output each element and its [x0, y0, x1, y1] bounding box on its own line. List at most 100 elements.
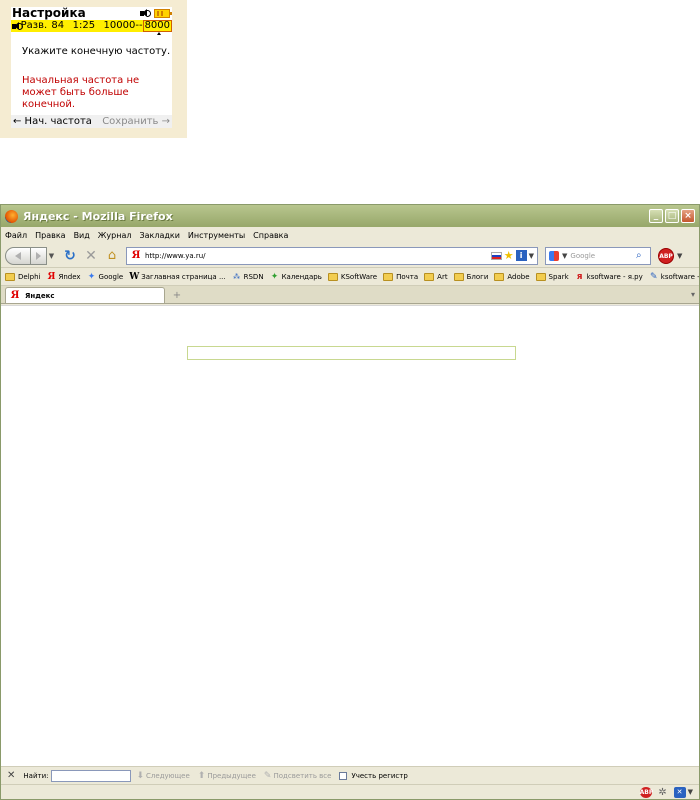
yandex-search-input[interactable]: [187, 346, 516, 360]
statusbar-dropdown-icon[interactable]: ▼: [688, 788, 693, 796]
arrow-down-icon: ⬇: [136, 770, 145, 781]
bookmark-adobe[interactable]: Adobe: [494, 272, 530, 281]
bookmark-blogs[interactable]: Блоги: [453, 272, 488, 281]
device-status-row: Разв. 84 1:25 10000 -- 8000: [11, 20, 173, 32]
yandex-icon: Я: [47, 271, 56, 282]
menu-view[interactable]: Вид: [74, 231, 90, 240]
google-engine-icon[interactable]: [549, 250, 559, 261]
device-screen: Настройка Разв. 84 1:25 10000 -- 8000 Ук…: [11, 6, 173, 128]
folder-icon: [5, 272, 15, 281]
maximize-button[interactable]: □: [665, 209, 679, 223]
rsdn-icon: ⁂: [233, 272, 241, 281]
adblock-dropdown-icon[interactable]: ▼: [677, 252, 682, 260]
menu-tools[interactable]: Инструменты: [188, 231, 245, 240]
bookmark-ksoftware-yaru[interactable]: я ksoftware - я.ру: [575, 272, 643, 282]
folder-icon: [327, 272, 338, 281]
device-title: Настройка: [12, 6, 86, 20]
device-panel: Настройка Разв. 84 1:25 10000 -- 8000 Ук…: [0, 0, 187, 138]
find-prev-button[interactable]: ⬆ Предыдущее: [198, 771, 256, 781]
yandex-favicon-icon: Я: [131, 249, 141, 261]
url-input[interactable]: http://www.ya.ru/: [145, 252, 491, 260]
new-tab-button[interactable]: +: [167, 289, 187, 303]
bookmark-mail[interactable]: Почта: [383, 272, 418, 281]
bookmark-rsdn[interactable]: ⁂ RSDN: [232, 272, 263, 282]
tab-list-icon[interactable]: ▾: [691, 290, 695, 299]
bookmark-art[interactable]: Art: [424, 272, 448, 281]
folder-icon: [424, 272, 435, 281]
tab-label: Яндекс: [25, 291, 55, 300]
url-dropdown-icon[interactable]: ▼: [529, 252, 534, 260]
reload-icon[interactable]: ↻: [63, 249, 77, 263]
match-case-label: Учесть регистр: [351, 771, 408, 780]
engine-dropdown-icon[interactable]: ▼: [562, 252, 567, 260]
tab-yandex[interactable]: Я Яндекс: [5, 287, 165, 303]
bookmark-calendar[interactable]: ✦ Календарь: [270, 272, 322, 282]
status-freq-end-field[interactable]: 8000: [142, 20, 173, 32]
adblock-button[interactable]: ABP: [658, 247, 674, 264]
bookmark-spark[interactable]: Spark: [535, 272, 569, 281]
findbar-close-icon[interactable]: ✕: [7, 770, 15, 781]
softkey-start-freq[interactable]: ← Нач. частота: [13, 116, 92, 127]
google-icon: ✦: [87, 271, 96, 282]
bookmark-ksoftware-diary[interactable]: ✎ksoftware - Мой днев...: [649, 272, 699, 282]
history-dropdown-icon[interactable]: ▼: [47, 252, 56, 260]
findbar-label: Найти:: [23, 771, 49, 780]
status-mode: Разв.: [20, 20, 48, 31]
search-icon[interactable]: ⌕: [636, 250, 647, 261]
tab-favicon-icon: Я: [10, 289, 20, 301]
wikipedia-icon: W: [129, 271, 140, 282]
window-title: Яндекс - Mozilla Firefox: [23, 209, 173, 223]
bookmark-wikipedia[interactable]: W Заглавная страница ...: [129, 272, 225, 282]
menu-help[interactable]: Справка: [253, 231, 288, 240]
firefox-window: Яндекс - Mozilla Firefox _ □ × Файл Прав…: [0, 204, 700, 800]
find-next-button[interactable]: ⬇ Следующее: [136, 771, 189, 781]
window-titlebar: Яндекс - Mozilla Firefox _ □ ×: [1, 205, 699, 227]
home-icon[interactable]: ⌂: [105, 248, 119, 263]
bookmark-yandex[interactable]: Я Яndex: [46, 271, 81, 282]
firefox-logo-icon: [5, 209, 18, 223]
menu-file[interactable]: Файл: [5, 231, 27, 240]
stop-icon[interactable]: ✕: [84, 249, 98, 263]
back-button[interactable]: [5, 246, 31, 265]
softkey-save[interactable]: Сохранить →: [102, 116, 170, 127]
folder-icon: [453, 272, 464, 281]
statusbar-adblock-icon[interactable]: ABP: [639, 786, 653, 798]
yaru-icon: я: [576, 271, 583, 282]
status-bar: ABP ✲ ✕ ▼: [1, 784, 699, 799]
url-bar[interactable]: Я http://www.ya.ru/ ★ i ▼: [126, 246, 538, 265]
match-case-checkbox[interactable]: [339, 771, 348, 780]
forward-button[interactable]: [31, 246, 47, 265]
minimize-button[interactable]: _: [649, 209, 663, 223]
bookmark-ksoftware[interactable]: KSoftWare: [327, 272, 377, 281]
device-prompt: Укажите конечную частоту.: [22, 46, 171, 57]
edit-caret: [157, 32, 161, 35]
find-bar: ✕ Найти: ⬇ Следующее ⬆ Предыдущее ✎ Подсвет…: [1, 766, 699, 784]
find-input[interactable]: [51, 769, 132, 782]
menu-bookmarks[interactable]: Закладки: [139, 231, 179, 240]
device-softkeys: ← Нач. частота Сохранить →: [11, 115, 172, 128]
arrow-up-icon: ⬆: [197, 770, 206, 781]
status-speaker-icon: [12, 21, 23, 31]
device-error: Начальная частота не может быть больше к…: [22, 75, 140, 110]
bookmark-star-icon[interactable]: ★: [504, 250, 514, 261]
statusbar-extension-icon[interactable]: ✕: [673, 786, 686, 798]
bookmark-google[interactable]: ✦ Google: [87, 271, 123, 282]
pen-icon: ✎: [649, 271, 658, 282]
search-bar[interactable]: ▼ Google ⌕: [545, 246, 651, 265]
russian-flag-icon: [490, 251, 502, 260]
info-icon[interactable]: i: [515, 250, 527, 261]
page-content: [1, 305, 699, 766]
search-input[interactable]: Google: [570, 252, 636, 260]
tab-bar: Я Яндекс + ▾: [1, 286, 699, 304]
menu-history[interactable]: Журнал: [98, 231, 132, 240]
bookmark-delphi[interactable]: Delphi: [5, 272, 40, 281]
highlight-all-button[interactable]: ✎ Подсветить все: [264, 771, 332, 781]
menubar: Файл Правка Вид Журнал Закладки Инструме…: [1, 227, 699, 244]
statusbar-gear-icon[interactable]: ✲: [657, 787, 669, 798]
highlighter-icon: ✎: [263, 770, 272, 781]
speaker-icon: [140, 9, 151, 18]
calendar-icon: ✦: [270, 271, 279, 282]
menu-edit[interactable]: Правка: [35, 231, 65, 240]
close-button[interactable]: ×: [681, 209, 695, 223]
folder-icon: [494, 272, 505, 281]
